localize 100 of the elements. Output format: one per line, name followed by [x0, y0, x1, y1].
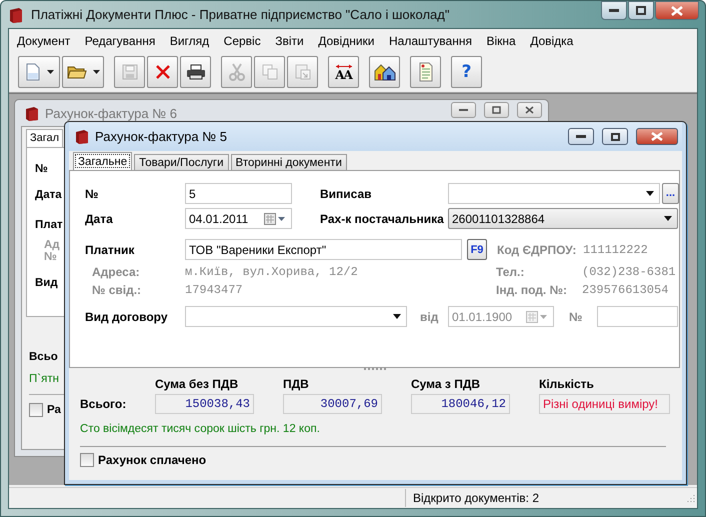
- quantity-field: Різні одиниці виміру!: [539, 394, 670, 414]
- folder-icon: [66, 64, 86, 80]
- maximize-icon: [610, 132, 620, 140]
- minimize-button[interactable]: [568, 128, 594, 145]
- close-button[interactable]: [517, 102, 542, 118]
- minimize-icon: [459, 108, 468, 112]
- maximize-button[interactable]: [628, 1, 654, 20]
- menu-item[interactable]: Редагування: [78, 34, 164, 48]
- field-label: Дата: [35, 189, 62, 201]
- printer-icon: [186, 64, 206, 80]
- book-icon: [75, 129, 89, 144]
- menu-item[interactable]: Довідка: [524, 34, 582, 48]
- report-button[interactable]: [410, 56, 441, 88]
- field-label: Рах-к постачальника: [320, 212, 445, 226]
- column-heading: Кількість: [539, 377, 595, 391]
- field-label: Плат: [35, 219, 63, 231]
- field-label: №: [85, 186, 100, 200]
- resize-grip-icon[interactable]: [685, 493, 695, 503]
- calendar-icon: [526, 310, 548, 322]
- column-heading: ПДВ: [283, 377, 310, 391]
- minimize-button[interactable]: [451, 102, 476, 118]
- font-button[interactable]: AA: [328, 56, 359, 88]
- dropdown-field[interactable]: [448, 183, 660, 204]
- page-icon: [24, 63, 40, 81]
- book-icon: [7, 6, 25, 24]
- payer-field[interactable]: ТОВ "Вареники Експорт": [185, 239, 462, 260]
- delete-button[interactable]: [147, 56, 178, 88]
- menu-item[interactable]: Вікна: [480, 34, 524, 48]
- field-label: Код ЄДРПОУ:: [497, 242, 578, 256]
- maximize-button[interactable]: [484, 102, 509, 118]
- field-label: Адреса:: [92, 265, 141, 279]
- menu-item[interactable]: Довідники: [312, 34, 383, 48]
- dropdown-arrow-icon: [664, 216, 672, 221]
- paid-checkbox[interactable]: [80, 453, 94, 467]
- tab[interactable]: Товари/Послуги: [134, 154, 229, 170]
- field-label: Тел.:: [496, 265, 526, 279]
- total-label: Всьо: [29, 351, 58, 363]
- help-button[interactable]: ?: [451, 56, 482, 88]
- field-label: Ад: [43, 239, 60, 251]
- browse-button[interactable]: ...: [662, 183, 679, 204]
- window-title: Рахунок-фактура № 5: [95, 129, 227, 144]
- field-label: Вид: [35, 277, 58, 289]
- buildings-icon: [374, 62, 396, 82]
- field-label: №: [35, 163, 48, 175]
- field-label: Дата: [85, 212, 114, 226]
- tab[interactable]: Загальне: [73, 152, 132, 170]
- column-heading: Сума з ПДВ: [411, 377, 482, 391]
- detail-value: 239576613054: [582, 283, 668, 297]
- close-button[interactable]: [636, 128, 678, 145]
- maximize-button[interactable]: [602, 128, 628, 145]
- close-icon: [671, 6, 683, 16]
- print-button[interactable]: [180, 56, 211, 88]
- field-label: №: [43, 251, 57, 263]
- tab[interactable]: Вторинні документи: [230, 154, 347, 170]
- minimize-icon: [576, 135, 586, 138]
- document-icon: [418, 62, 434, 82]
- buildings-button[interactable]: [369, 56, 400, 88]
- field-label: № свід.:: [92, 283, 142, 297]
- paste-icon: [294, 64, 310, 80]
- scissors-icon: [228, 63, 244, 81]
- amount-in-words: Сто вісімдесят тисяч сорок шість грн. 12 коп.: [80, 423, 321, 435]
- amount-field: 150038,43: [155, 394, 254, 414]
- floppy-icon: [122, 64, 138, 80]
- menu-item[interactable]: Звіти: [269, 34, 312, 48]
- checkbox-label: Ра: [47, 404, 61, 416]
- menu-item[interactable]: Вигляд: [164, 34, 218, 48]
- column-heading: Сума без ПДВ: [155, 377, 240, 391]
- menu-item[interactable]: Налаштування: [383, 34, 480, 48]
- window-title: Платіжні Документи Плюс - Приватне підприємство "Сало і шоколад": [31, 7, 450, 22]
- dropdown-arrow-icon: [646, 191, 654, 196]
- select-payer-button[interactable]: F9: [467, 239, 487, 260]
- contract-number-field[interactable]: [597, 306, 678, 327]
- field-label: №: [569, 310, 584, 324]
- amount-in-words: П`ятн: [29, 373, 59, 385]
- date-field[interactable]: 04.01.2011: [185, 208, 292, 229]
- dropdown-arrow-icon: [46, 70, 54, 74]
- close-icon: [525, 106, 534, 114]
- number-field[interactable]: 5: [185, 183, 292, 204]
- new-button[interactable]: [18, 56, 60, 88]
- checkbox-label: Рахунок сплачено: [98, 453, 206, 467]
- checkbox[interactable]: [29, 403, 43, 417]
- help-icon: ?: [462, 64, 472, 80]
- code-value: 111112222: [583, 242, 648, 256]
- field-label: Інд. под. №:: [496, 283, 568, 297]
- maximize-icon: [492, 106, 501, 114]
- splitter-handle[interactable]: [364, 368, 386, 373]
- close-button[interactable]: [655, 1, 699, 20]
- amount-field: 30007,69: [283, 394, 382, 414]
- open-button[interactable]: [62, 56, 104, 88]
- tab[interactable]: Загал: [26, 129, 64, 147]
- dropdown-arrow-icon: [393, 314, 401, 319]
- delete-icon: [154, 64, 170, 80]
- menu-item[interactable]: Документ: [11, 34, 79, 48]
- detail-value: 17943477: [185, 283, 244, 297]
- detail-value: м.Київ, вул.Хорива, 12/2: [185, 265, 359, 279]
- minimize-icon: [609, 8, 619, 12]
- account-dropdown[interactable]: 26001101328864: [448, 208, 678, 229]
- maximize-icon: [636, 6, 646, 15]
- minimize-button[interactable]: [601, 1, 627, 20]
- menu-item[interactable]: Сервіс: [218, 34, 270, 48]
